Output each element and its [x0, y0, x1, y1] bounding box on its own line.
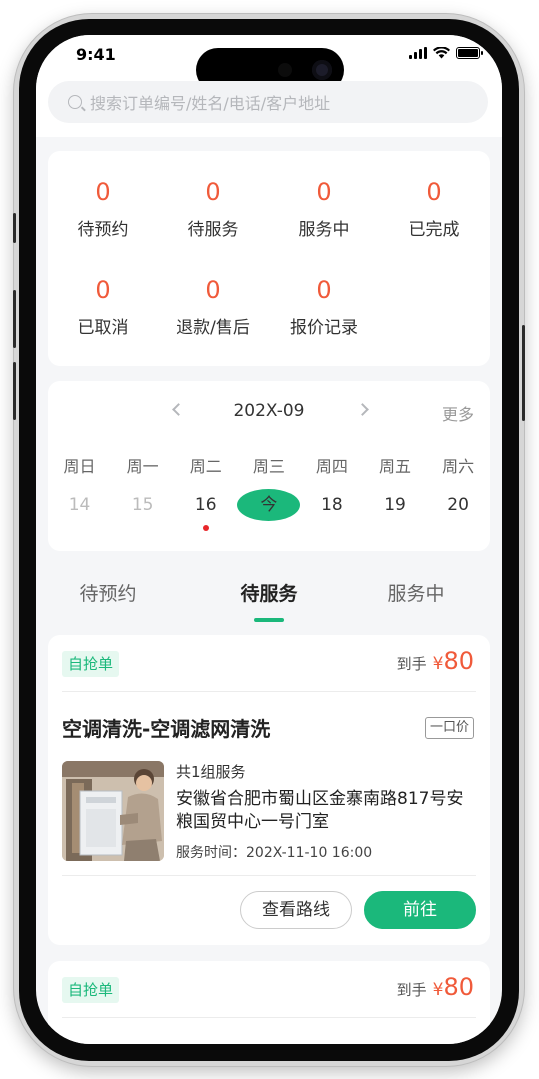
- sensor-icon: [278, 63, 292, 77]
- order-tag: 自抢单: [62, 977, 120, 1003]
- service-info: 共1组服务 安徽省合肥市蜀山区金寨南路817号安粮国贸中心一号门室 服务时间：2…: [176, 761, 476, 862]
- stat-count: 0: [426, 178, 442, 206]
- stat-cancelled[interactable]: 0 已取消: [48, 275, 158, 338]
- stat-label: 已取消: [77, 318, 129, 338]
- side-button-left-3: [13, 362, 16, 420]
- divider: [62, 875, 476, 876]
- order-tag: 自抢单: [62, 651, 120, 677]
- calendar-day[interactable]: 19: [363, 489, 426, 521]
- price-currency: ¥: [432, 980, 444, 1000]
- stat-count: 0: [205, 276, 221, 304]
- weekday-label: 周日: [63, 457, 96, 476]
- order-card[interactable]: 自抢单 到手 ¥ 80: [48, 961, 490, 1044]
- calendar-day[interactable]: 15: [111, 489, 174, 521]
- tab-in-service[interactable]: 服务中: [346, 579, 486, 606]
- today-badge: 今: [237, 489, 301, 521]
- calendar-day[interactable]: 14: [48, 489, 111, 521]
- calendar-day[interactable]: 18: [300, 489, 363, 521]
- calendar-day[interactable]: 20: [427, 489, 490, 521]
- order-price: 到手 ¥ 80: [397, 647, 474, 675]
- calendar-month: 202X-09: [233, 401, 305, 421]
- stat-completed[interactable]: 0 已完成: [379, 177, 489, 240]
- stat-refund-aftersale[interactable]: 0 退款/售后: [158, 275, 268, 338]
- battery-icon: [456, 47, 483, 59]
- search-icon: [68, 95, 82, 109]
- price-prefix: 到手: [396, 655, 427, 673]
- stat-count: 0: [95, 178, 111, 206]
- day-row: 14 15 16 今 18 19 20: [48, 489, 490, 531]
- calendar-day-with-order[interactable]: 16: [174, 489, 237, 531]
- weekday-label: 周一: [126, 457, 159, 476]
- calendar-more-link[interactable]: 更多: [442, 401, 474, 425]
- side-button-left-2: [13, 290, 16, 348]
- divider: [62, 691, 476, 692]
- stat-count: 0: [316, 178, 332, 206]
- tab-active-indicator: [254, 618, 284, 622]
- search-input[interactable]: 搜索订单编号/姓名/电话/客户地址: [48, 81, 488, 123]
- order-price: 到手 ¥ 80: [397, 973, 474, 1001]
- camera-icon: [312, 60, 332, 80]
- stat-label: 服务中: [298, 220, 350, 240]
- stat-count: 0: [316, 276, 332, 304]
- chevron-right-icon[interactable]: [356, 403, 369, 416]
- service-title: 空调清洗-空调滤网清洗: [62, 717, 271, 741]
- calendar-day-today[interactable]: 今: [237, 489, 301, 521]
- order-card[interactable]: 自抢单 到手 ¥ 80 空调清洗-空调滤网清洗 一口价 共1组服务 安徽省合肥市…: [48, 635, 490, 945]
- stat-label: 待预约: [77, 220, 129, 240]
- go-button[interactable]: 前往: [364, 891, 476, 929]
- divider: [62, 1017, 476, 1018]
- tab-pending-booking[interactable]: 待预约: [38, 579, 178, 606]
- wifi-icon: [433, 47, 450, 59]
- side-button-left-1: [13, 213, 16, 243]
- calendar-nav: 202X-09 更多: [48, 401, 490, 425]
- side-button-right: [522, 325, 525, 421]
- stat-pending-service[interactable]: 0 待服务: [158, 177, 268, 240]
- order-dot-icon: [202, 525, 209, 531]
- stat-pending-booking[interactable]: 0 待预约: [48, 177, 158, 240]
- order-stats-card: 0 待预约 0 待服务 0 服务中 0 已完成 0 已取消 0 退款/售后 0 …: [48, 151, 490, 366]
- calendar-card: 202X-09 更多 周日 周一 周二 周三 周四 周五 周六 14 15 16…: [48, 381, 490, 551]
- stat-label: 待服务: [187, 220, 239, 240]
- weekday-label: 周六: [442, 457, 475, 476]
- fixed-price-badge: 一口价: [424, 717, 474, 739]
- price-value: 80: [443, 973, 474, 1001]
- tab-pending-service[interactable]: 待服务: [199, 579, 339, 606]
- status-time: 9:41: [76, 45, 116, 64]
- weekday-label: 周五: [379, 457, 412, 476]
- service-thumbnail: [62, 761, 164, 861]
- stat-quote-records[interactable]: 0 报价记录: [269, 275, 379, 338]
- cellular-signal-icon: [409, 47, 427, 59]
- service-group: 共1组服务: [176, 763, 246, 781]
- weekday-label: 周四: [315, 457, 348, 476]
- chevron-left-icon[interactable]: [172, 403, 185, 416]
- search-placeholder: 搜索订单编号/姓名/电话/客户地址: [90, 94, 331, 113]
- stat-count: 0: [205, 178, 221, 206]
- stat-in-service[interactable]: 0 服务中: [269, 177, 379, 240]
- price-value: 80: [443, 647, 474, 675]
- view-route-button[interactable]: 查看路线: [240, 891, 352, 929]
- status-icons: [409, 47, 483, 59]
- price-currency: ¥: [432, 654, 444, 674]
- weekday-label: 周三: [252, 457, 285, 476]
- screen: 9:41 搜索订单编号/姓名/电话/客户地址 0 待预约 0 待服务 0 服务中…: [36, 35, 502, 1044]
- weekday-row: 周日 周一 周二 周三 周四 周五 周六: [48, 453, 490, 477]
- stat-count: 0: [95, 276, 111, 304]
- header: 搜索订单编号/姓名/电话/客户地址: [36, 81, 502, 137]
- weekday-label: 周二: [189, 457, 222, 476]
- stat-label: 已完成: [408, 220, 460, 240]
- service-address: 安徽省合肥市蜀山区金寨南路817号安粮国贸中心一号门室: [176, 789, 464, 832]
- status-bar: 9:41: [36, 35, 502, 92]
- stat-label: 退款/售后: [176, 318, 250, 338]
- price-prefix: 到手: [396, 981, 427, 999]
- stat-label: 报价记录: [290, 318, 358, 338]
- calendar-day-number: 16: [194, 495, 217, 515]
- service-time: 服务时间：202X-11-10 16:00: [176, 845, 373, 861]
- order-tabs: 待预约 待服务 服务中: [36, 565, 502, 625]
